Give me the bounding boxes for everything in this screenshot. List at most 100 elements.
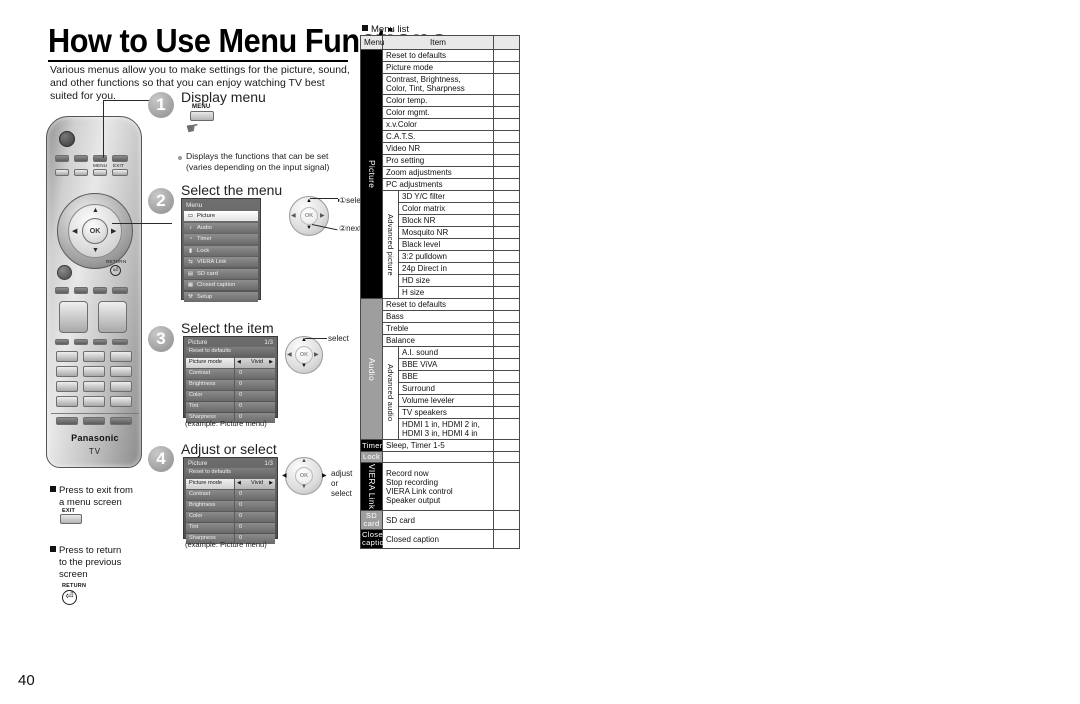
step-3-caption: (example: Picture menu) [185, 419, 267, 428]
menu-page-ref-cell [493, 334, 520, 347]
menu-page-ref-cell [493, 94, 520, 107]
remote-brand-label: Panasonic [71, 433, 119, 443]
menu-item-cell: Picture mode [382, 61, 494, 74]
closed-caption-icon: ▦ [187, 282, 194, 288]
osd-menu-item-picture[interactable]: ▭ Picture [184, 211, 258, 221]
remote-ok-button: OK [82, 218, 108, 244]
picture-menu-row-value: 0 [234, 501, 275, 511]
step-4-callout-2: or [331, 479, 339, 488]
picture-menu-row[interactable]: Tint 0 [186, 523, 275, 533]
menu-item-cell: HD size [398, 274, 494, 287]
menu-item-cell: TV speakers [398, 406, 494, 419]
viera-link-icon: ⇆ [188, 259, 193, 265]
step-1-badge: 1 [148, 92, 174, 118]
remote-divider [51, 413, 139, 414]
header-item: Item [382, 35, 494, 50]
picture-menu-row-label: Color [189, 392, 203, 398]
picture-menu-pageno-step3: 1/3 [264, 339, 273, 346]
return-note-line3: screen [59, 569, 88, 580]
menu-page-ref-cell [493, 130, 520, 143]
menu-item-cell: Block NR [398, 214, 494, 227]
menu-item-cell: Color temp. [382, 94, 494, 107]
menu-page-ref-cell [493, 202, 520, 215]
menu-page-ref-cell [493, 370, 520, 383]
picture-menu-row[interactable]: Contrast 0 [186, 369, 275, 379]
remote-btn [74, 169, 88, 176]
menu-item-cell: Balance [382, 334, 494, 347]
menu-list-row: Zoom adjustments [361, 166, 520, 179]
menu-page-ref-cell [493, 190, 520, 203]
menu-subgroup-advanced-picture: Advanced picture [382, 190, 399, 299]
menu-item-cell: BBE ViVA [398, 358, 494, 371]
step-1-note-line2: (varies depending on the input signal) [186, 161, 330, 172]
menu-item-cell: Video NR [382, 142, 494, 155]
osd-menu-item-closed-caption[interactable]: ▦ Closed caption [184, 280, 258, 290]
step-3-title: Select the item [181, 320, 274, 336]
picture-menu-row[interactable]: Contrast 0 [186, 490, 275, 500]
menu-page-ref-cell [493, 358, 520, 371]
step-1-note: Displays the functions that can be set (… [186, 151, 361, 172]
osd-menu-item-viera-link[interactable]: ⇆ VIERA Link [184, 257, 258, 267]
right-arrow-icon: ▶ [269, 480, 273, 486]
remote-btn [55, 287, 69, 294]
menu-page-ref-cell [493, 274, 520, 287]
picture-menu-row-label: Color [189, 513, 203, 519]
menu-page-ref-cell [493, 461, 520, 512]
picture-menu-row[interactable]: Color 0 [186, 391, 275, 401]
menu-page-ref-cell [493, 214, 520, 227]
menu-list-row: Video NR [361, 142, 520, 155]
picture-menu-row[interactable]: Tint 0 [186, 402, 275, 412]
osd-menu-item-label: Picture [197, 213, 216, 219]
menu-item-cell: C.A.T.S. [382, 130, 494, 143]
picture-menu-row[interactable]: Color 0 [186, 512, 275, 522]
osd-menu-item-label: Audio [197, 224, 212, 231]
manual-page: How to Use Menu Functions Various menus … [0, 0, 1080, 704]
dpad-ok-step4: OK [295, 467, 313, 485]
picture-menu-row[interactable]: Brightness 0 [186, 380, 275, 390]
remote-menu-button [93, 169, 107, 176]
dpad-ok-step3: OK [295, 346, 313, 364]
picture-menu-title-step4: Picture [188, 460, 208, 467]
menu-item-cell: HDMI 1 in, HDMI 2 in, HDMI 3 in, HDMI 4 i… [398, 418, 494, 440]
remote-btn [55, 155, 69, 162]
picture-menu-row[interactable]: Brightness 0 [186, 501, 275, 511]
mode-value-text-step3: Vivid [250, 359, 264, 365]
picture-menu-rows-step4: Contrast 0 Brightness 0 Color 0 Tint 0 Sharpness… [184, 490, 277, 544]
osd-menu-item-audio[interactable]: ♪ Audio [184, 222, 258, 233]
menu-list-row: Lock [360, 451, 520, 463]
menu-list-row: Pro setting [361, 154, 520, 167]
picture-menu-row-value: 0 [234, 391, 275, 401]
osd-menu-panel: Menu ▭ Picture ♪ Audio ◔ Timer ▮ Lock ⇆ VIERA Lin… [181, 198, 261, 302]
menu-page-ref-cell [493, 73, 520, 95]
picture-mode-label-step4: Picture mode [186, 479, 234, 489]
remote-btn [55, 169, 69, 176]
picture-menu-reset-step3: Reset to defaults [186, 347, 275, 357]
menu-list-header-row: Menu Item [360, 35, 520, 50]
step-2-callout-2: ②next [339, 224, 362, 233]
osd-menu-item-setup[interactable]: ⚒ Setup [184, 291, 258, 302]
title-underline [48, 60, 348, 62]
numeric-key [83, 351, 105, 362]
dpad-down-icon-step2: ▼ [306, 225, 312, 231]
menu-item-cell: A.I. sound [398, 346, 494, 359]
numeric-key [83, 366, 105, 377]
menu-list-table: Menu Item Picture Reset to defaults Pictur… [360, 35, 520, 550]
step-2-title: Select the menu [181, 182, 283, 198]
dpad-left-icon-step3: ◀ [287, 352, 292, 358]
menu-page-ref-cell [493, 61, 520, 74]
osd-menu-item-timer[interactable]: ◔ Timer [184, 234, 258, 244]
menu-list-row: Color temp. [361, 94, 520, 107]
osd-menu-item-lock[interactable]: ▮ Lock [184, 245, 258, 256]
step-4-callout-1: adjust [331, 469, 353, 478]
numeric-key [83, 381, 105, 392]
return-key-label: RETURN [62, 583, 87, 589]
picture-menu-row-value: 0 [234, 523, 275, 533]
menu-item-cell: Bass [382, 310, 494, 323]
picture-mode-row-step3: Picture mode ◀ Vivid ▶ [186, 358, 275, 368]
square-bullet-icon [362, 25, 368, 31]
audio-icon: ♪ [189, 224, 192, 231]
osd-menu-item-sd-card[interactable]: ▤ SD card [184, 268, 258, 279]
menu-list-row: Picture mode [361, 61, 520, 74]
step-4-callout-3: select [331, 489, 352, 498]
menu-item-cell: x.v.Color [382, 118, 494, 131]
